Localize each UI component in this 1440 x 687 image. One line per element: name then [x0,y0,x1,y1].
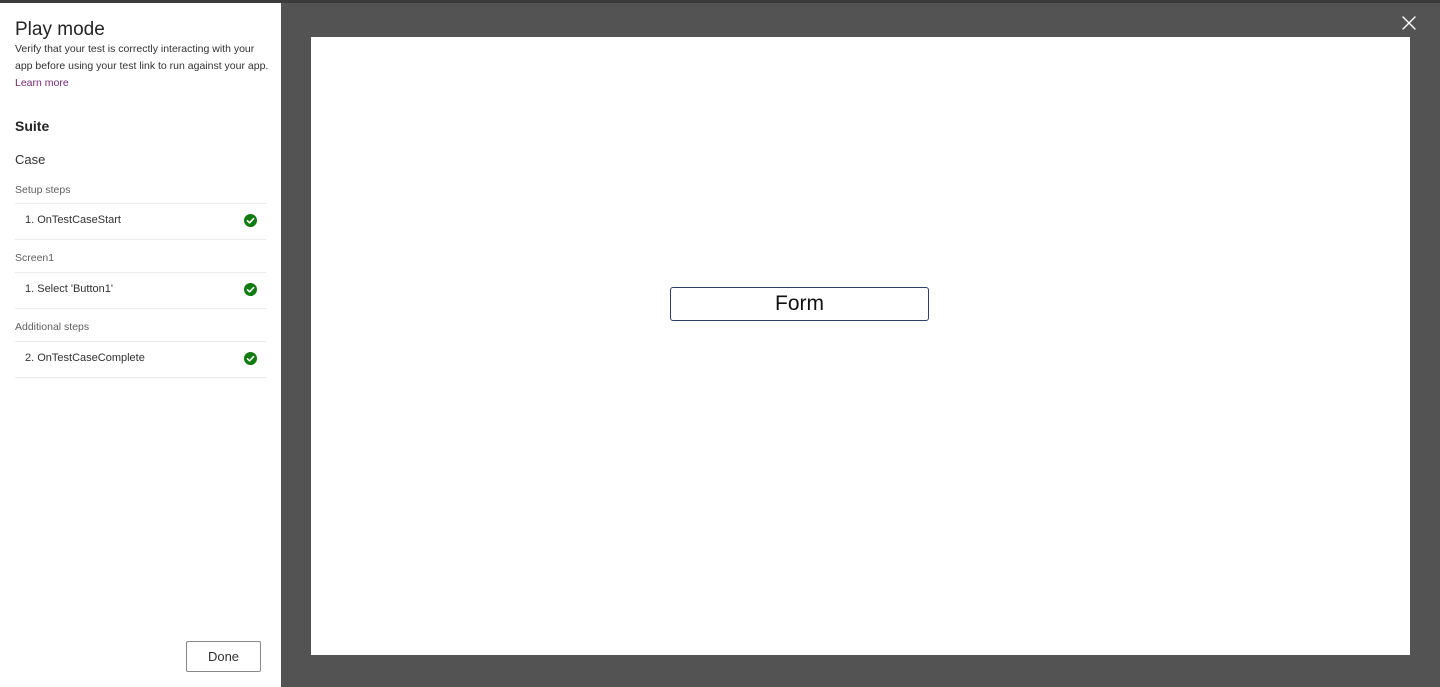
group-label-screen1: Screen1 [15,252,55,264]
learn-more-link[interactable]: Learn more [15,77,69,89]
check-circle-icon [244,352,257,365]
panel-title: Play mode [15,19,105,40]
case-label: Case [15,152,46,167]
form-button[interactable]: Form [670,287,929,321]
done-button[interactable]: Done [186,641,261,672]
panel-description-text: Verify that your test is correctly inter… [15,43,269,72]
check-circle-icon [244,283,257,296]
step-label: 2. OnTestCaseComplete [25,352,145,364]
step-row[interactable]: 1. OnTestCaseStart [15,203,266,240]
step-row[interactable]: 2. OnTestCaseComplete [15,341,266,378]
check-circle-icon [244,214,257,227]
step-label: 1. Select 'Button1' [25,283,113,295]
step-label: 1. OnTestCaseStart [25,214,121,226]
close-button[interactable] [1398,12,1420,34]
group-label-additional-steps: Additional steps [15,321,90,333]
group-label-setup-steps: Setup steps [15,184,71,196]
play-mode-panel: Play mode Verify that your test is corre… [0,3,281,687]
step-row[interactable]: 1. Select 'Button1' [15,272,266,309]
close-icon [1398,16,1420,37]
app-canvas: Form [311,37,1410,655]
suite-label: Suite [15,118,50,134]
panel-description: Verify that your test is correctly inter… [15,41,271,92]
